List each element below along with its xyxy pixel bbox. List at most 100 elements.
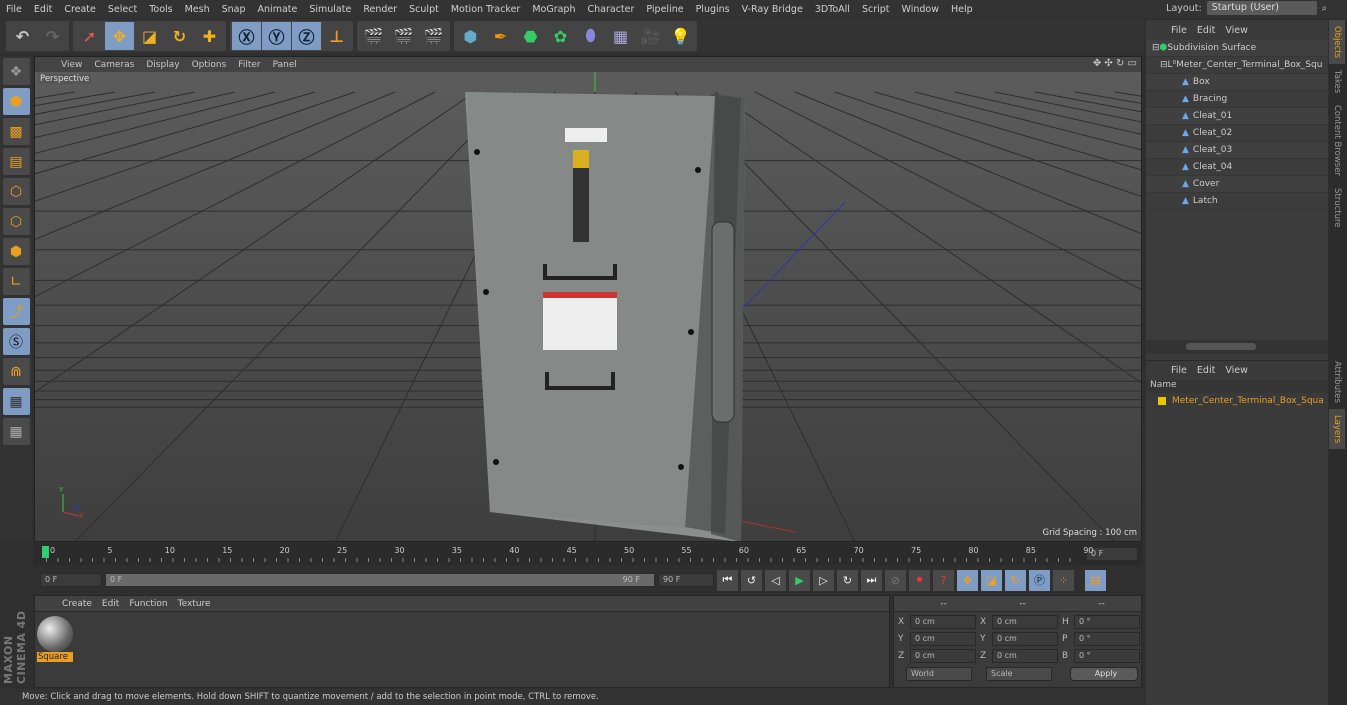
layers-menu-view[interactable]: View [1220,365,1253,376]
layout-dropdown[interactable]: Startup (User) [1206,1,1317,15]
objects-menu-file[interactable]: File [1166,25,1192,36]
coordinate-field[interactable]: 0 ° [1074,615,1140,629]
menu-sculpt[interactable]: Sculpt [403,4,445,15]
key-scale-icon[interactable]: ◪ [981,569,1002,591]
coordinate-system-icon[interactable]: ⊥ [322,22,351,50]
scale-tool-icon[interactable]: ◪ [135,22,164,50]
render-view-icon[interactable]: 🎬 [359,22,388,50]
key-pla-icon[interactable]: ⁘ [1053,569,1074,591]
x-axis-icon[interactable]: Ⓧ [232,22,261,50]
menu-tools[interactable]: Tools [143,4,178,15]
camera-icon[interactable]: 🎥 [636,22,665,50]
layers-menu-edit[interactable]: Edit [1192,365,1220,376]
coordinate-mode-dropdown[interactable]: World [906,667,972,681]
frame-range-slider[interactable]: 0 F 90 F [105,573,655,587]
layer-item[interactable]: Meter_Center_Terminal_Box_Squa [1146,393,1328,408]
go-to-start-icon[interactable]: ⏮ [717,569,738,591]
select-tool-icon[interactable]: ➚ [75,22,104,50]
autokey-icon[interactable]: ? [933,569,954,591]
object-latch[interactable]: ▲ Latch [1146,193,1328,210]
menu-snap[interactable]: Snap [216,4,252,15]
viewport-menu-panel[interactable]: Panel [267,60,303,70]
start-frame-field[interactable]: 0 F [40,573,102,587]
light-icon[interactable]: 💡 [666,22,695,50]
z-axis-icon[interactable]: Ⓩ [292,22,321,50]
objects-menu-view[interactable]: View [1220,25,1253,36]
record-off-icon[interactable]: ⊘ [885,569,906,591]
next-key-icon[interactable]: ↻ [837,569,858,591]
coordinate-field[interactable]: 0 cm [992,632,1058,646]
viewport-menu-options[interactable]: Options [186,60,233,70]
tab-attributes[interactable]: Attributes [1329,355,1345,409]
tab-objects[interactable]: Objects [1329,20,1345,65]
next-frame-icon[interactable]: ▷ [813,569,834,591]
key-position-icon[interactable]: ✥ [957,569,978,591]
object-cleat_03[interactable]: ▲ Cleat_03 [1146,142,1328,159]
layout-selector[interactable]: Layout: Startup (User) ⌕ [1166,1,1327,15]
polygons-mode-icon[interactable]: ⬢ [2,238,30,265]
timeline-window-icon[interactable]: ▤ [1085,569,1106,591]
menu-edit[interactable]: Edit [28,4,58,15]
layers-menu-file[interactable]: File [1166,365,1192,376]
viewport-menu-filter[interactable]: Filter [232,60,266,70]
menu-render[interactable]: Render [357,4,403,15]
material-menu-create[interactable]: Create [57,599,97,609]
magnet-icon[interactable]: ⋒ [2,358,30,385]
cube-icon[interactable]: ⬢ [456,22,485,50]
deformer-icon[interactable]: ⬮ [576,22,605,50]
move-tool-icon[interactable]: ✥ [105,22,134,50]
object-subdivision-surface[interactable]: ⊟ ⬢ Subdivision Surface [1146,40,1328,57]
tab-takes[interactable]: Takes [1329,64,1345,99]
material-menu-edit[interactable]: Edit [97,599,124,609]
menu-motion-tracker[interactable]: Motion Tracker [445,4,527,15]
timeline-ruler[interactable]: 0 F 0 5 10 15 20 25 30 35 40 45 50 55 60 65 70 75 80 85 90 [34,543,1142,565]
rotate-tool-icon[interactable]: ↻ [165,22,194,50]
viewport-menu-cameras[interactable]: Cameras [88,60,140,70]
planar-workplane-icon[interactable]: ▦ [2,418,30,445]
menu-pipeline[interactable]: Pipeline [640,4,689,15]
object-group[interactable]: ⊟ L⁰ Meter_Center_Terminal_Box_Squ [1146,57,1328,74]
menu-v-ray-bridge[interactable]: V-Ray Bridge [736,4,809,15]
key-rotation-icon[interactable]: ↻ [1005,569,1026,591]
scale-mode-dropdown[interactable]: Scale [986,667,1052,681]
object-cleat_02[interactable]: ▲ Cleat_02 [1146,125,1328,142]
material-menu-texture[interactable]: Texture [173,599,216,609]
objects-menu-edit[interactable]: Edit [1192,25,1220,36]
menu-file[interactable]: File [0,4,28,15]
material-square[interactable]: Square [37,616,73,662]
menu-animate[interactable]: Animate [252,4,304,15]
menu-plugins[interactable]: Plugins [690,4,736,15]
coordinate-field[interactable]: 0 cm [910,615,976,629]
tab-layers[interactable]: Layers [1329,408,1345,450]
key-parameter-icon[interactable]: Ⓟ [1029,569,1050,591]
search-icon[interactable]: ⌕ [1322,3,1327,14]
viewport-nav-icons[interactable]: ✥ ✣ ↻ ▭ [1093,58,1137,69]
menu-simulate[interactable]: Simulate [303,4,357,15]
tab-content-browser[interactable]: Content Browser [1329,99,1345,182]
tab-structure[interactable]: Structure [1329,182,1345,234]
menu-help[interactable]: Help [945,4,979,15]
prev-frame-icon[interactable]: ◁ [765,569,786,591]
apply-button[interactable]: Apply [1070,667,1138,681]
record-icon[interactable]: ⏺ [909,569,930,591]
current-frame-field[interactable]: 0 F [1086,547,1138,561]
material-menu-function[interactable]: Function [124,599,172,609]
edges-mode-icon[interactable]: ⬡ [2,208,30,235]
render-settings-icon[interactable]: 🎬 [419,22,448,50]
menu-script[interactable]: Script [856,4,896,15]
coordinate-field[interactable]: 0 cm [910,632,976,646]
collapse-icon[interactable]: ⊟ [1152,43,1160,53]
texture-mode-icon[interactable]: ▩ [2,118,30,145]
menu-select[interactable]: Select [102,4,143,15]
floor-icon[interactable]: ▦ [606,22,635,50]
end-frame-field[interactable]: 90 F [658,573,714,587]
prev-key-icon[interactable]: ↺ [741,569,762,591]
object-cover[interactable]: ▲ Cover [1146,176,1328,193]
coordinate-field[interactable]: 0 cm [992,649,1058,663]
coordinate-field[interactable]: 0 ° [1074,632,1140,646]
object-cleat_01[interactable]: ▲ Cleat_01 [1146,108,1328,125]
menu-window[interactable]: Window [896,4,945,15]
make-editable-icon[interactable]: ❖ [2,58,30,85]
collapse-icon[interactable]: ⊟ [1160,60,1168,70]
viewport-scene[interactable]: Y ZX [35,72,1141,541]
